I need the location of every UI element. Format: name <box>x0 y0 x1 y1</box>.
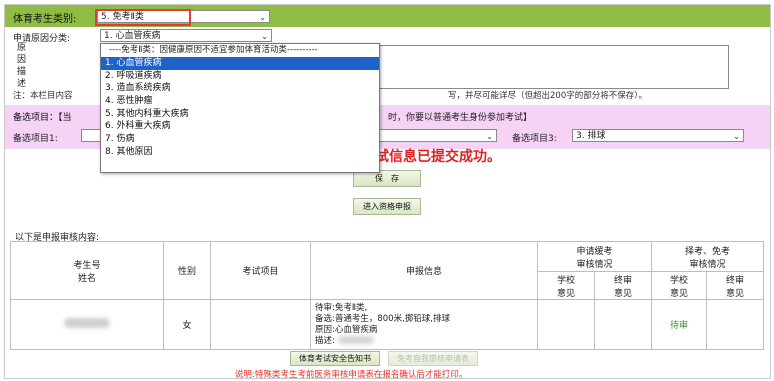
reason-dropdown-list[interactable]: ----免考Ⅱ类：因健康原因不适宜参加体育活动类---------- 1. 心血… <box>100 43 380 173</box>
cell-final-opinion-2 <box>706 299 764 350</box>
reason-select-value: 1. 心血管疾病 <box>104 31 161 41</box>
th-exam-no-name: 考生号 姓名 <box>10 241 164 300</box>
exempt-form-button[interactable]: 免考自我审核申请表 <box>388 351 478 366</box>
dropdown-option[interactable]: 4. 恶性肿瘤 <box>101 95 379 108</box>
dropdown-option[interactable]: 5. 其他内科重大疾病 <box>101 108 379 121</box>
th-school-opinion-2: 学校 意见 <box>651 271 707 300</box>
backup-item2-select[interactable]: 球 ⌄ <box>365 129 497 142</box>
footer-note: 说明:特殊类考生考前医务审核申请表在报名确认后才能打印。 <box>235 370 468 379</box>
chevron-down-icon: ⌄ <box>259 13 266 22</box>
th-final-opinion-1: 终审 意见 <box>594 271 652 300</box>
table-row: 女 待审:免考Ⅱ类, 备选:普通考生，800米,掷铅球,排球 原因:心血管疾病 … <box>10 299 764 350</box>
dropdown-option[interactable]: 7. 伤病 <box>101 133 379 146</box>
note-right: 写，并尽可能详尽（但超出200字的部分将不保存）。 <box>448 91 647 101</box>
th-exam-items: 考试项目 <box>210 241 311 300</box>
dropdown-option[interactable]: 6. 外科重大疾病 <box>101 120 379 133</box>
dropdown-group-header: ----免考Ⅱ类：因健康原因不适宜参加体育活动类---------- <box>109 45 318 55</box>
backup-item1-label: 备选项目1: <box>13 134 58 144</box>
th-gender: 性别 <box>163 241 211 300</box>
backup-item3-select[interactable]: 3. 排球 ⌄ <box>572 129 744 142</box>
dropdown-option[interactable]: 2. 呼吸道疾病 <box>101 70 379 83</box>
chevron-down-icon: ⌄ <box>733 132 740 141</box>
safety-notice-button[interactable]: 体育考试安全告知书 <box>290 351 380 366</box>
cell-declare-info: 待审:免考Ⅱ类, 备选:普通考生，800米,掷铅球,排球 原因:心血管疾病 描述… <box>310 299 538 350</box>
dropdown-option[interactable]: 1. 心血管疾病 <box>101 57 379 70</box>
enter-apply-button[interactable]: 进入资格申报 <box>353 198 421 215</box>
audit-table: 考生号 姓名 性别 考试项目 申报信息 申请缓考 审核情况 择考、免考 审核情况… <box>10 241 764 350</box>
chevron-down-icon: ⌄ <box>261 32 268 41</box>
note-left: 注：本栏目内容 <box>13 91 73 101</box>
dropdown-option[interactable]: 3. 造血系统疾病 <box>101 82 379 95</box>
cell-exam-no-name <box>10 299 164 350</box>
th-declare-info: 申报信息 <box>310 241 538 300</box>
main-frame: 体育考生类别: 5. 免考Ⅱ类 ⌄ 申请原因分类: 1. 心血管疾病 ⌄ 原 因… <box>4 4 771 379</box>
reason-desc-label: 原 因 描 述 <box>17 43 27 89</box>
chevron-down-icon: ⌄ <box>486 132 493 141</box>
th-school-opinion-1: 学校 意见 <box>537 271 595 300</box>
cell-gender: 女 <box>163 299 211 350</box>
th-final-opinion-2: 终审 意见 <box>706 271 764 300</box>
backup-title: 备选项目：【当 <box>13 113 72 123</box>
cell-exam-items <box>210 299 311 350</box>
cell-status: 待审 <box>651 299 707 350</box>
redacted-text <box>64 318 110 328</box>
backup-item3-label: 备选项目3: <box>512 134 557 144</box>
type-label: 体育考生类别: <box>13 14 77 25</box>
reason-select[interactable]: 1. 心血管疾病 ⌄ <box>100 29 272 42</box>
redacted-text <box>337 336 374 344</box>
cell-school-opinion-1 <box>537 299 595 350</box>
backup-title-right: 时，你要以普通考生身份参加考试】 <box>388 113 533 123</box>
dropdown-option[interactable]: 8. 其他原因 <box>101 146 379 159</box>
cell-final-opinion-1 <box>594 299 652 350</box>
highlight-box <box>95 9 191 26</box>
th-group-select-exempt: 择考、免考 审核情况 <box>651 241 764 272</box>
th-group-defer: 申请缓考 审核情况 <box>537 241 652 272</box>
backup-item3-value: 3. 排球 <box>576 131 606 141</box>
